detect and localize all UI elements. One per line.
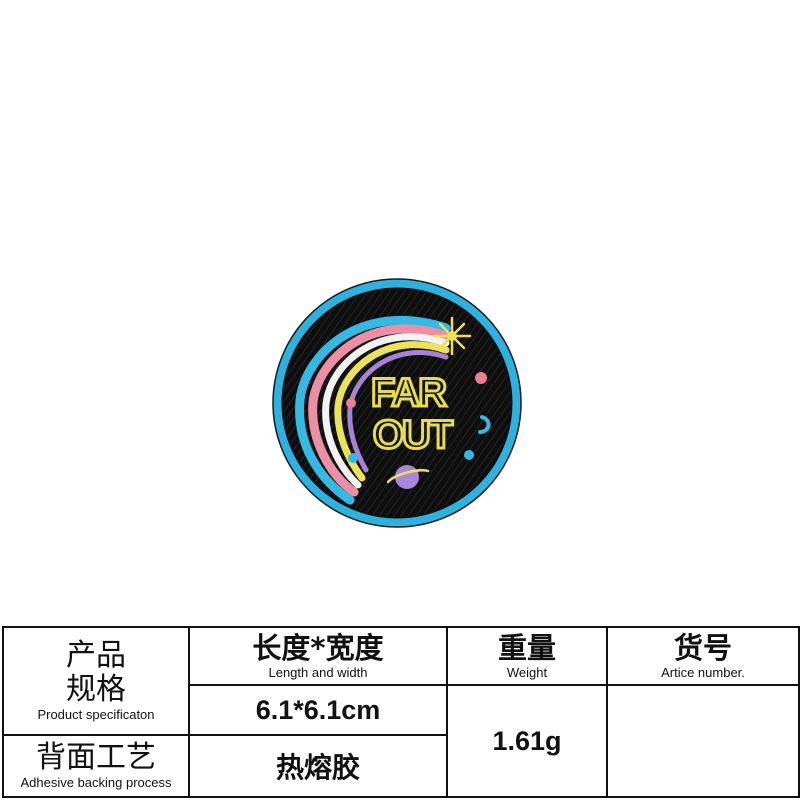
embroidered-patch: FAR OUT: [272, 278, 522, 528]
product-spec-cn-line1: 产品: [66, 638, 126, 673]
product-spec-en: Product specificaton: [37, 707, 155, 722]
product-image: FAR OUT: [0, 0, 800, 622]
weight-value: 1.61g: [492, 725, 562, 756]
weight-value-cell: 1.61g: [446, 684, 608, 798]
spec-table: 产品 规格 Product specificaton 长度*宽度 Length …: [2, 626, 800, 798]
weight-header-en: Weight: [506, 665, 548, 680]
blue-dot-icon: [348, 453, 358, 463]
article-header-cn: 货号: [673, 631, 732, 665]
article-value-cell: [606, 684, 800, 798]
size-value-cell: 6.1*6.1cm: [188, 684, 448, 736]
patch-text-far: FAR: [371, 371, 447, 415]
patch-text-out: OUT: [373, 413, 453, 457]
article-header-cell: 货号 Artice number.: [606, 626, 800, 686]
backing-cn: 背面工艺: [36, 740, 156, 775]
pink-dot-icon: [475, 372, 487, 384]
weight-header-cell: 重量 Weight: [446, 626, 608, 686]
backing-value: 热熔胶: [275, 751, 360, 784]
backing-cell: 背面工艺 Adhesive backing process: [2, 734, 190, 798]
size-value: 6.1*6.1cm: [255, 694, 381, 725]
blue-dot-icon: [464, 450, 474, 460]
product-spec-cn-line2: 规格: [66, 672, 126, 707]
product-spec-cell: 产品 规格 Product specificaton: [2, 626, 190, 736]
backing-en: Adhesive backing process: [20, 775, 172, 790]
pink-dot-icon: [346, 398, 356, 408]
weight-header-cn: 重量: [497, 631, 556, 665]
star-icon: [432, 316, 472, 356]
backing-value-cell: 热熔胶: [188, 734, 448, 798]
size-header-cell: 长度*宽度 Length and width: [188, 626, 448, 686]
size-header-en: Length and width: [268, 665, 368, 680]
article-header-en: Artice number.: [661, 665, 745, 680]
size-header-cn: 长度*宽度: [252, 631, 384, 665]
